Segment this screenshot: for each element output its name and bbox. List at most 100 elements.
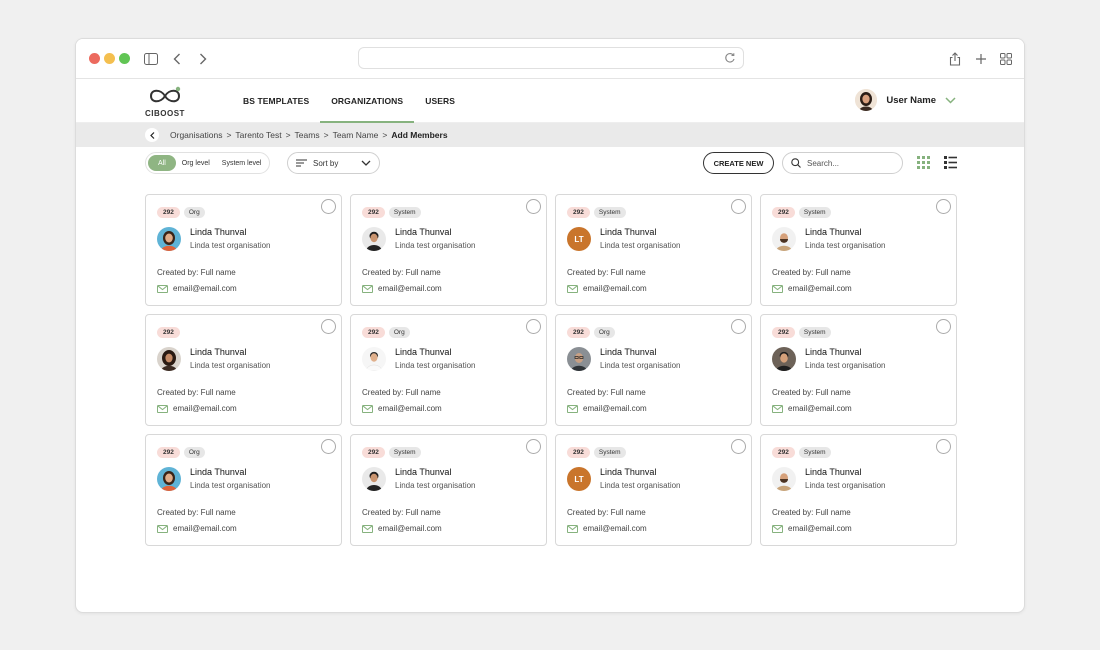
search-box — [782, 152, 903, 174]
select-radio[interactable] — [731, 319, 746, 334]
sidebar-toggle-icon[interactable] — [140, 48, 162, 70]
breadcrumb-back-button[interactable] — [145, 128, 159, 142]
avatar: LT — [567, 227, 591, 251]
breadcrumb-tarento-test[interactable]: Tarento Test — [235, 130, 281, 140]
created-by: Created by: Full name — [772, 388, 851, 397]
card-tags: 292 Org — [362, 327, 410, 338]
member-organisation: Linda test organisation — [600, 481, 681, 490]
search-input[interactable] — [807, 158, 892, 168]
member-email: email@email.com — [173, 404, 237, 413]
reload-icon[interactable] — [723, 51, 737, 65]
card-tags: 292 System — [772, 207, 831, 218]
type-badge: System — [798, 447, 831, 458]
select-radio[interactable] — [731, 199, 746, 214]
member-email: email@email.com — [378, 404, 442, 413]
type-badge: Org — [388, 327, 410, 338]
member-card-9[interactable]: 292 Org Linda Thunval Linda test organis… — [145, 434, 342, 546]
type-badge: System — [388, 207, 421, 218]
member-card-3[interactable]: 292 System LT Linda Thunval Linda test o… — [555, 194, 752, 306]
email-row: email@email.com — [157, 524, 237, 533]
breadcrumb-teams[interactable]: Teams — [295, 130, 320, 140]
type-badge: Org — [183, 447, 205, 458]
chevron-down-icon — [945, 96, 956, 104]
member-card-7[interactable]: 292 Org Linda Thunval Linda test organis… — [555, 314, 752, 426]
user-menu[interactable]: User Name — [855, 89, 956, 111]
filter-org-level[interactable]: Org level — [176, 155, 216, 171]
avatar — [772, 347, 796, 371]
member-organisation: Linda test organisation — [805, 241, 886, 250]
email-row: email@email.com — [567, 404, 647, 413]
breadcrumb: Organisations > Tarento Test > Teams > T… — [76, 123, 1024, 147]
select-radio[interactable] — [321, 439, 336, 454]
member-card-6[interactable]: 292 Org Linda Thunval Linda test organis… — [350, 314, 547, 426]
member-card-1[interactable]: 292 Org Linda Thunval Linda test organis… — [145, 194, 342, 306]
maximize-window-button[interactable] — [119, 53, 130, 64]
email-row: email@email.com — [362, 524, 442, 533]
minimize-window-button[interactable] — [104, 53, 115, 64]
new-tab-icon[interactable] — [970, 48, 992, 70]
count-badge: 292 — [567, 207, 590, 218]
mail-icon — [567, 404, 578, 413]
browser-chrome — [76, 39, 1024, 79]
type-badge: System — [593, 207, 626, 218]
member-email: email@email.com — [788, 284, 852, 293]
card-tags: 292 System — [772, 327, 831, 338]
create-new-button[interactable]: CREATE NEW — [703, 152, 774, 174]
user-avatar — [855, 89, 878, 111]
chevron-down-icon — [361, 160, 371, 166]
member-organisation: Linda test organisation — [395, 361, 476, 370]
avatar — [772, 467, 796, 491]
member-card-10[interactable]: 292 System Linda Thunval Linda test orga… — [350, 434, 547, 546]
member-name: Linda Thunval — [600, 227, 657, 237]
select-radio[interactable] — [321, 199, 336, 214]
member-card-4[interactable]: 292 System Linda Thunval Linda test orga… — [760, 194, 957, 306]
card-tags: 292 Org — [567, 327, 615, 338]
count-badge: 292 — [157, 447, 180, 458]
member-card-5[interactable]: 292 Linda Thunval Linda test organisatio… — [145, 314, 342, 426]
forward-arrow-icon[interactable] — [192, 48, 214, 70]
ciboost-logo[interactable]: CIBOOST — [145, 84, 195, 120]
card-tags: 292 System — [567, 207, 626, 218]
address-bar[interactable] — [358, 47, 744, 69]
type-badge: System — [388, 447, 421, 458]
select-radio[interactable] — [936, 439, 951, 454]
select-radio[interactable] — [526, 439, 541, 454]
breadcrumb-team-name[interactable]: Team Name — [333, 130, 379, 140]
nav-organizations[interactable]: ORGANIZATIONS — [320, 79, 415, 123]
mail-icon — [772, 524, 783, 533]
mail-icon — [157, 404, 168, 413]
sort-by-dropdown[interactable]: Sort by — [287, 152, 380, 174]
filter-system-level[interactable]: System level — [216, 155, 268, 171]
select-radio[interactable] — [936, 319, 951, 334]
member-card-11[interactable]: 292 System LT Linda Thunval Linda test o… — [555, 434, 752, 546]
nav-users[interactable]: USERS — [414, 79, 466, 123]
tab-overview-icon[interactable] — [995, 48, 1017, 70]
breadcrumb-organisations[interactable]: Organisations — [170, 130, 222, 140]
close-window-button[interactable] — [89, 53, 100, 64]
select-radio[interactable] — [321, 319, 336, 334]
select-radio[interactable] — [936, 199, 951, 214]
type-badge: Org — [183, 207, 205, 218]
select-radio[interactable] — [526, 199, 541, 214]
filter-all[interactable]: All — [148, 155, 176, 171]
share-icon[interactable] — [944, 48, 966, 70]
filter-toggle-group: All Org level System level — [145, 152, 271, 174]
grid-view-icon[interactable] — [917, 156, 930, 169]
list-view-icon[interactable] — [944, 156, 957, 169]
member-card-8[interactable]: 292 System Linda Thunval Linda test orga… — [760, 314, 957, 426]
created-by: Created by: Full name — [567, 268, 646, 277]
member-name: Linda Thunval — [190, 347, 247, 357]
infinity-logo-icon — [149, 86, 181, 103]
created-by: Created by: Full name — [157, 268, 236, 277]
select-radio[interactable] — [731, 439, 746, 454]
avatar — [157, 467, 181, 491]
email-row: email@email.com — [772, 524, 852, 533]
back-arrow-icon[interactable] — [166, 48, 188, 70]
nav-bs-templates[interactable]: BS TEMPLATES — [232, 79, 320, 123]
member-email: email@email.com — [173, 524, 237, 533]
created-by: Created by: Full name — [567, 508, 646, 517]
member-name: Linda Thunval — [395, 227, 452, 237]
member-card-12[interactable]: 292 System Linda Thunval Linda test orga… — [760, 434, 957, 546]
member-card-2[interactable]: 292 System Linda Thunval Linda test orga… — [350, 194, 547, 306]
select-radio[interactable] — [526, 319, 541, 334]
